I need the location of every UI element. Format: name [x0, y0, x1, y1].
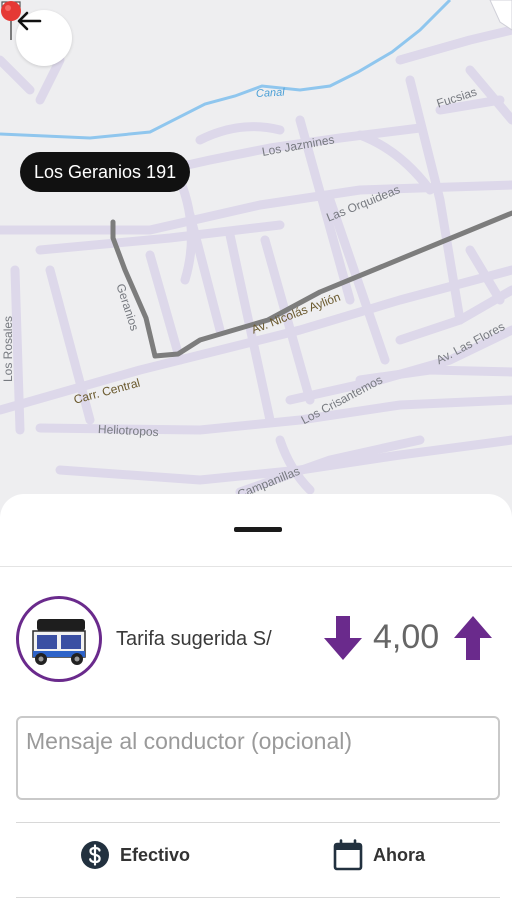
pickup-time-button[interactable]: Ahora	[333, 838, 425, 872]
divider	[0, 566, 512, 567]
fare-value: 4,00	[373, 618, 440, 656]
pickup-time-label: Ahora	[373, 844, 426, 865]
arrow-down-icon	[324, 616, 362, 660]
building-shape	[489, 0, 512, 31]
bottom-sheet: Tarifa sugerida S/ 4,00 Efectivo Ahora	[0, 494, 512, 900]
street-label: Los Rosales	[1, 315, 15, 382]
back-button[interactable]	[16, 10, 72, 66]
payment-method-label: Efectivo	[120, 844, 191, 865]
divider	[16, 897, 500, 898]
vehicle-avatar	[16, 596, 102, 682]
driver-message-input[interactable]	[16, 716, 500, 800]
mototaxi-icon	[32, 619, 86, 665]
map-view[interactable]: Canal Fucsias Los Jazmines Las Orquideas…	[0, 0, 512, 520]
canal-water	[0, 0, 452, 140]
payment-method-button[interactable]: Efectivo	[80, 838, 190, 872]
increase-fare-button[interactable]	[452, 614, 494, 662]
street-label: Canal	[255, 86, 285, 100]
drag-handle[interactable]	[234, 527, 282, 532]
calendar-icon	[333, 839, 363, 871]
divider	[16, 822, 500, 823]
decrease-fare-button[interactable]	[322, 614, 364, 662]
dollar-circle-icon	[81, 841, 109, 869]
arrow-left-icon	[17, 11, 42, 31]
fare-label: Tarifa sugerida S/	[116, 628, 272, 650]
map-canvas	[0, 0, 512, 497]
arrow-up-icon	[454, 616, 492, 660]
destination-label: Los Geranios 191	[20, 152, 191, 192]
street-label: Heliotropos	[97, 422, 159, 440]
